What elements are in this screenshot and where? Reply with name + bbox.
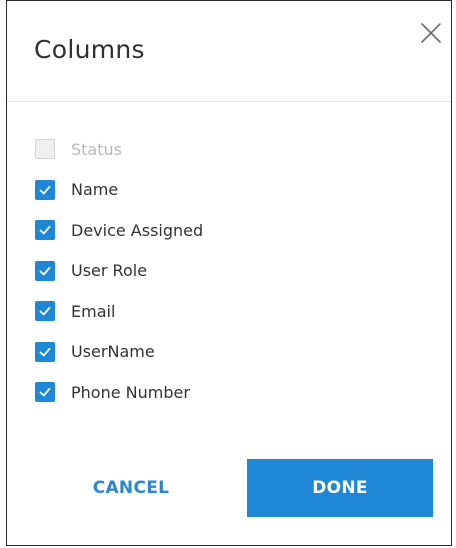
column-option-username[interactable]: UserName: [35, 332, 203, 373]
checkbox[interactable]: [35, 179, 55, 200]
checkbox[interactable]: [35, 220, 55, 241]
check-icon: [39, 307, 51, 316]
checkbox[interactable]: [35, 341, 55, 362]
column-label: Device Assigned: [71, 220, 204, 240]
column-option-name[interactable]: Name: [35, 170, 203, 211]
columns-dialog: Columns Status Name Device Assigned User…: [6, 0, 452, 546]
check-icon: [39, 226, 51, 235]
column-option-device-assigned[interactable]: Device Assigned: [35, 210, 203, 251]
column-checkbox-list: Status Name Device Assigned User Role Em…: [35, 129, 203, 413]
checkbox[interactable]: [35, 301, 55, 322]
dialog-title: Columns: [34, 35, 145, 64]
checkbox: [35, 139, 55, 160]
checkbox[interactable]: [35, 260, 55, 281]
done-button[interactable]: DONE: [247, 459, 433, 517]
column-label: Status: [71, 139, 122, 159]
cancel-button[interactable]: CANCEL: [61, 463, 201, 513]
column-label: UserName: [71, 342, 155, 362]
column-option-user-role[interactable]: User Role: [35, 251, 203, 292]
check-icon: [39, 185, 51, 195]
column-label: Name: [71, 180, 119, 200]
dialog-header: Columns: [7, 1, 451, 102]
check-icon: [39, 388, 51, 397]
check-icon: [39, 266, 51, 276]
close-icon[interactable]: [419, 21, 443, 45]
column-option-email[interactable]: Email: [35, 291, 203, 332]
column-option-status: Status: [35, 129, 203, 170]
column-label: Phone Number: [71, 382, 190, 402]
check-icon: [39, 347, 51, 357]
column-option-phone-number[interactable]: Phone Number: [35, 372, 203, 413]
column-label: User Role: [71, 261, 148, 281]
checkbox[interactable]: [35, 382, 55, 403]
column-label: Email: [71, 301, 116, 321]
